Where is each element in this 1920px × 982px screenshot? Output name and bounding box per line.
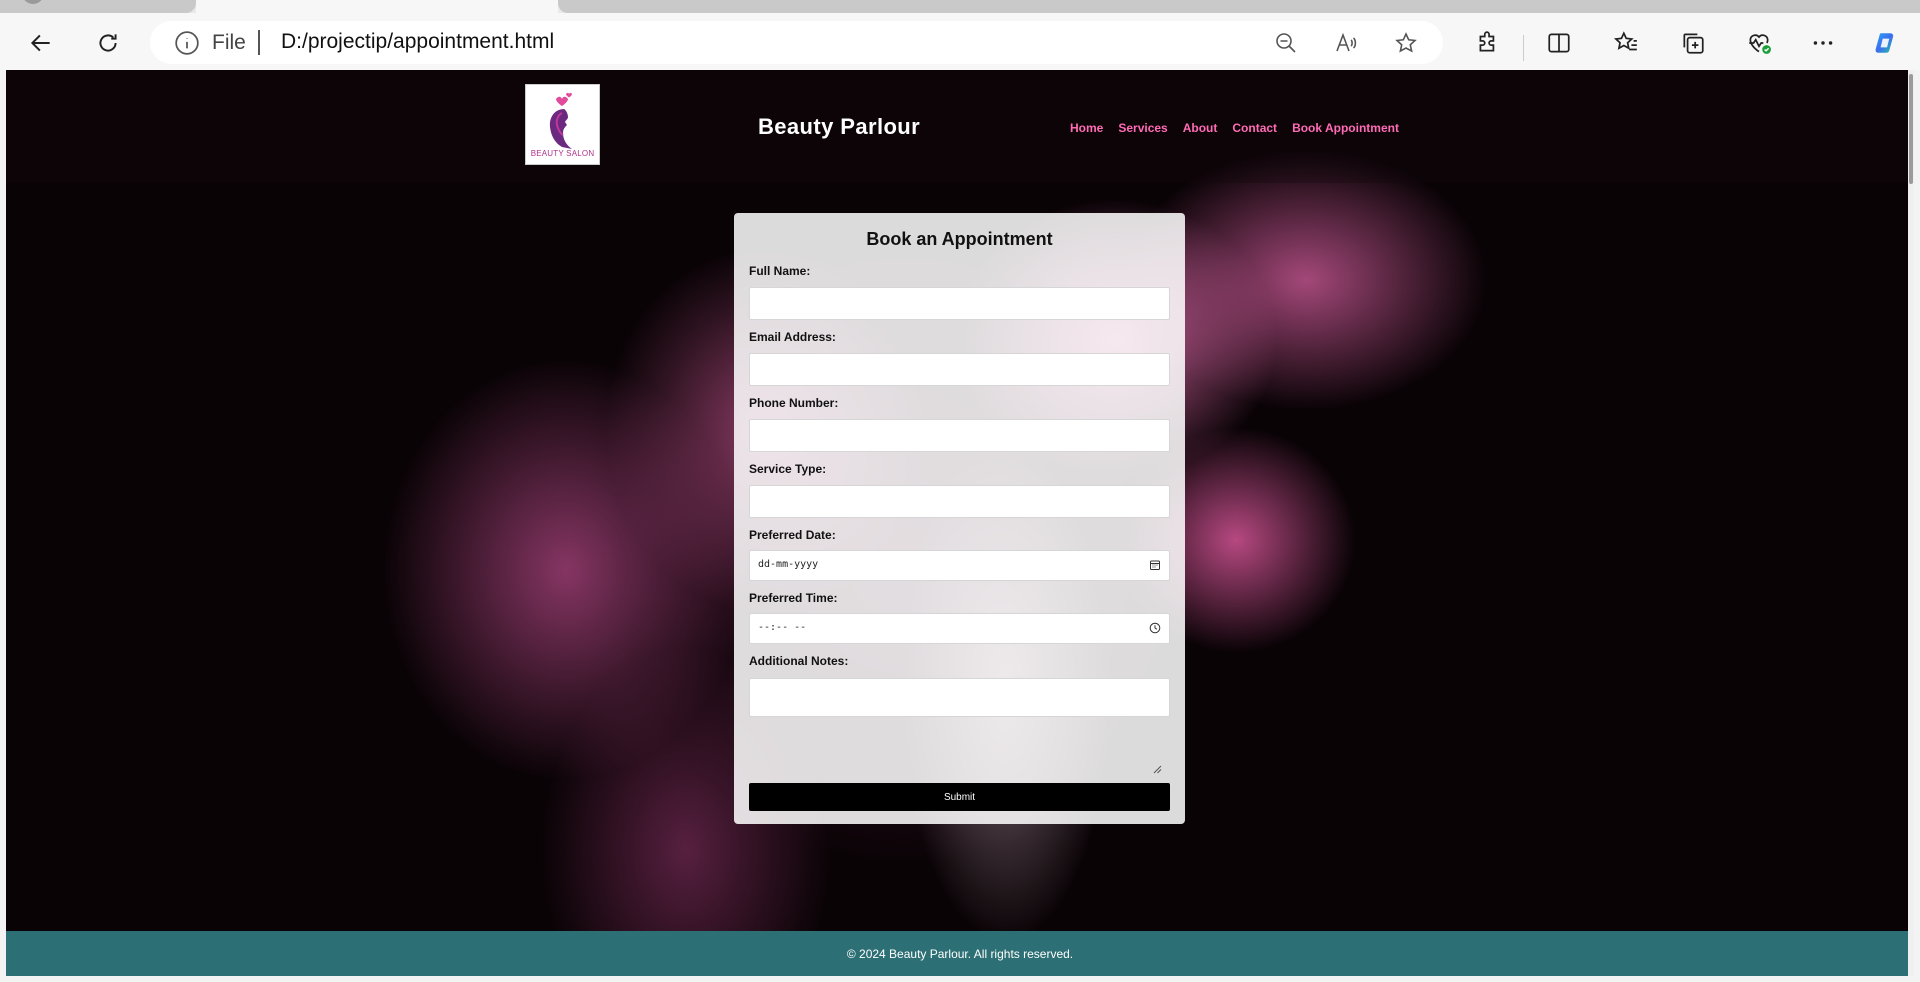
site-footer: © 2024 Beauty Parlour. All rights reserv… [6, 931, 1914, 976]
appointment-form: Book an Appointment Full Name: Email Add… [734, 213, 1185, 824]
logo-text: BEAUTY SALON [530, 149, 595, 158]
address-scheme-label: File [212, 31, 246, 54]
phone-label: Phone Number: [749, 396, 839, 410]
site-title: Beauty Parlour [758, 114, 921, 139]
favorite-star-icon[interactable] [1391, 29, 1421, 57]
preferred-time-label: Preferred Time: [749, 591, 838, 605]
toolbar-divider [1523, 35, 1524, 61]
date-placeholder: dd-mm-yyyy [758, 559, 819, 570]
zoom-out-icon[interactable] [1271, 29, 1301, 57]
service-type-label: Service Type: [749, 462, 827, 476]
browser-toolbar: File D:/projectip/appointment.html [0, 13, 1920, 70]
nav-link-contact[interactable]: Contact [1232, 121, 1277, 135]
tab-strip [0, 0, 1920, 13]
active-tab[interactable] [196, 0, 558, 13]
inactive-tab[interactable] [558, 0, 1920, 13]
page-scrollbar[interactable] [1908, 70, 1914, 976]
page-viewport: BEAUTY SALON Beauty Parlour Home Service… [6, 70, 1914, 976]
additional-notes-textarea[interactable] [749, 678, 1170, 717]
nav-link-home[interactable]: Home [1070, 121, 1103, 135]
additional-notes-label: Additional Notes: [749, 654, 849, 668]
address-bar[interactable]: File D:/projectip/appointment.html [150, 21, 1443, 64]
copilot-icon[interactable] [1869, 26, 1903, 60]
info-icon[interactable] [174, 30, 200, 56]
address-url[interactable]: D:/projectip/appointment.html [281, 30, 554, 54]
tab-favicon-icon [22, 0, 44, 4]
calendar-icon[interactable] [1149, 559, 1161, 571]
submit-button[interactable]: Submit [749, 783, 1170, 811]
nav-link-services[interactable]: Services [1118, 121, 1167, 135]
email-input[interactable] [749, 353, 1170, 386]
nav-link-book-appointment[interactable]: Book Appointment [1292, 121, 1399, 135]
full-name-input[interactable] [749, 287, 1170, 320]
collections-icon[interactable] [1676, 26, 1710, 60]
preferred-date-input[interactable]: dd-mm-yyyy [749, 550, 1170, 581]
refresh-icon[interactable] [91, 26, 125, 60]
split-screen-icon[interactable] [1542, 26, 1576, 60]
more-icon[interactable] [1806, 26, 1840, 60]
browser-essentials-icon[interactable] [1742, 26, 1776, 60]
favorites-icon[interactable] [1609, 26, 1643, 60]
copyright-text: © 2024 Beauty Parlour. All rights reserv… [846, 946, 1074, 961]
main-nav: Home Services About Contact Book Appoint… [1070, 121, 1399, 135]
back-icon[interactable] [24, 26, 58, 60]
email-label: Email Address: [749, 330, 836, 344]
inactive-tab[interactable] [0, 0, 196, 13]
time-placeholder: --:-- -- [758, 622, 807, 633]
woman-profile-logo-icon [549, 92, 572, 149]
scrollbar-thumb[interactable] [1909, 74, 1913, 184]
extensions-icon[interactable] [1471, 26, 1505, 60]
site-header: BEAUTY SALON Beauty Parlour Home Service… [6, 70, 1914, 183]
form-title: Book an Appointment [866, 229, 1053, 249]
service-type-input[interactable] [749, 485, 1170, 518]
preferred-date-label: Preferred Date: [749, 528, 836, 542]
salon-logo[interactable]: BEAUTY SALON [525, 84, 600, 165]
read-aloud-icon[interactable] [1331, 29, 1361, 57]
resize-grip-icon[interactable] [1152, 764, 1162, 774]
address-separator [258, 30, 260, 55]
clock-icon[interactable] [1149, 622, 1161, 634]
phone-input[interactable] [749, 419, 1170, 452]
preferred-time-input[interactable]: --:-- -- [749, 613, 1170, 644]
nav-link-about[interactable]: About [1183, 121, 1218, 135]
full-name-label: Full Name: [749, 264, 811, 278]
